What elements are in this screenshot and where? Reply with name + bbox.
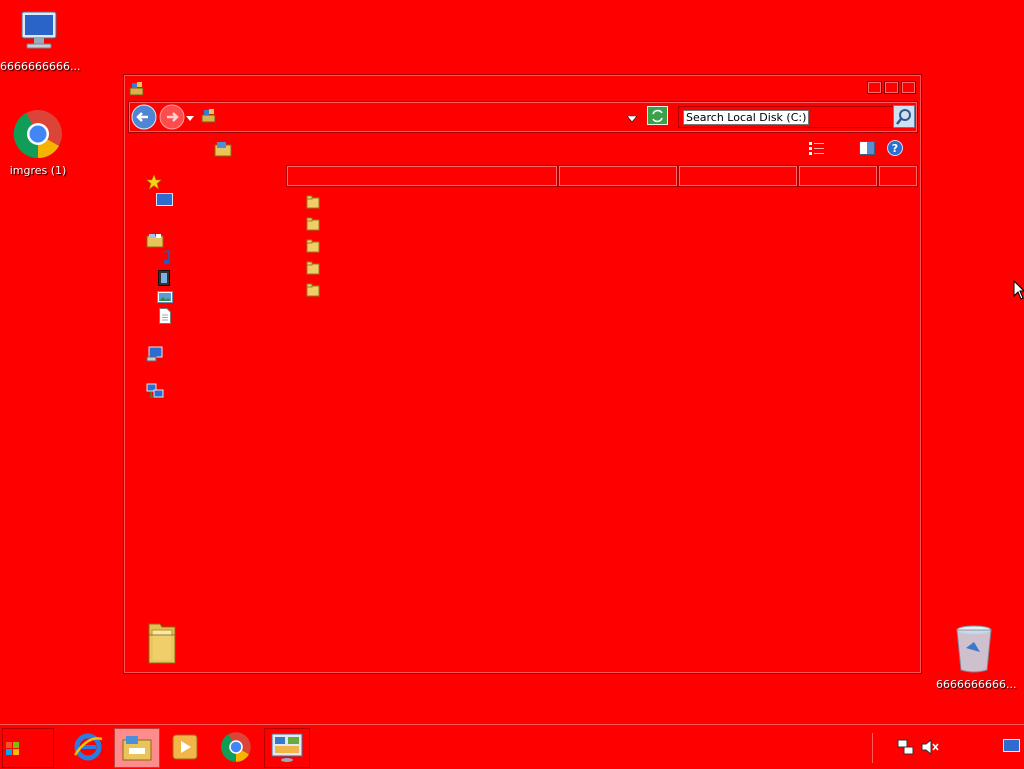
help-icon[interactable]: ? <box>887 140 903 159</box>
refresh-button[interactable] <box>647 106 669 129</box>
start-button[interactable] <box>2 728 54 768</box>
search-icon <box>896 109 911 125</box>
music-icon[interactable] <box>158 250 174 266</box>
taskbar <box>0 724 1024 769</box>
favorites-icon[interactable] <box>146 174 162 190</box>
column-header-size[interactable] <box>798 165 878 187</box>
title-bar[interactable] <box>124 75 921 99</box>
network-icon[interactable] <box>897 739 915 758</box>
details-pane-folder-icon <box>146 621 178 668</box>
taskbar-chrome[interactable] <box>214 728 258 766</box>
folder-row-icon[interactable] <box>306 283 320 297</box>
media-player-icon <box>172 734 198 760</box>
taskbar-control-panel[interactable] <box>264 728 310 768</box>
navigation-bar: Search Local Disk (C:) <box>128 101 918 133</box>
pictures-icon[interactable] <box>157 291 173 307</box>
explorer-window[interactable]: Search Local Disk (C:) ? <box>123 74 922 674</box>
desktop-icon-imgres[interactable]: imgres (1) <box>0 108 76 177</box>
internet-explorer-icon <box>73 733 103 761</box>
window-app-icon <box>129 80 145 99</box>
address-dropdown-icon[interactable] <box>626 113 638 126</box>
forward-button[interactable] <box>159 104 185 133</box>
desktop-icon-label: 6666666666... <box>0 60 81 73</box>
maximize-button[interactable] <box>884 81 899 94</box>
folder-row-icon[interactable] <box>306 195 320 209</box>
preview-pane-icon[interactable] <box>859 141 875 158</box>
svg-text:?: ? <box>892 142 898 155</box>
taskbar-internet-explorer[interactable] <box>66 728 110 766</box>
documents-icon[interactable] <box>159 308 175 324</box>
column-header-date[interactable] <box>558 165 678 187</box>
videos-icon[interactable] <box>158 270 174 286</box>
address-bar[interactable] <box>197 107 637 127</box>
column-header-extra[interactable] <box>878 165 918 187</box>
computer-icon[interactable] <box>146 346 163 362</box>
search-button[interactable] <box>893 105 915 128</box>
close-button[interactable] <box>901 81 916 94</box>
recent-pages-dropdown-icon[interactable] <box>186 112 194 125</box>
search-input[interactable]: Search Local Disk (C:) <box>683 110 810 125</box>
chrome-icon <box>12 108 64 160</box>
system-tray <box>872 733 1023 763</box>
chrome-icon <box>221 732 251 762</box>
view-options-icon[interactable] <box>809 141 825 158</box>
folder-row-icon[interactable] <box>306 239 320 253</box>
desktop-icon-computer[interactable]: 6666666666... <box>0 8 81 73</box>
libraries-icon[interactable] <box>146 232 164 248</box>
recycle-bin-icon <box>950 624 998 674</box>
mouse-cursor-icon <box>1013 279 1024 303</box>
taskbar-file-explorer[interactable] <box>114 728 160 768</box>
minimize-button[interactable] <box>867 81 882 94</box>
drive-icon <box>201 107 217 126</box>
back-button[interactable] <box>131 104 157 133</box>
volume-muted-icon[interactable] <box>921 738 939 758</box>
folder-row-icon[interactable] <box>306 217 320 231</box>
show-desktop-icon[interactable] <box>1003 739 1021 756</box>
toolbar: ? <box>124 135 921 161</box>
computer-icon <box>14 8 62 56</box>
desktop-icon-label: imgres (1) <box>9 164 67 177</box>
column-header-name[interactable] <box>286 165 558 187</box>
folder-row-icon[interactable] <box>306 261 320 275</box>
column-header-type[interactable] <box>678 165 798 187</box>
file-explorer-icon <box>122 736 152 761</box>
windows-logo-icon <box>6 742 19 755</box>
taskbar-media-player[interactable] <box>163 728 207 766</box>
desktop-icon-label: 6666666666... <box>936 678 1017 691</box>
desktop-icon-recycle-bin[interactable]: 6666666666... <box>936 624 1017 691</box>
organize-folder-icon[interactable] <box>214 141 232 160</box>
network-icon[interactable] <box>146 383 164 399</box>
desktop-icon[interactable] <box>156 193 173 209</box>
search-box[interactable]: Search Local Disk (C:) <box>678 106 894 128</box>
control-panel-icon <box>271 733 303 762</box>
